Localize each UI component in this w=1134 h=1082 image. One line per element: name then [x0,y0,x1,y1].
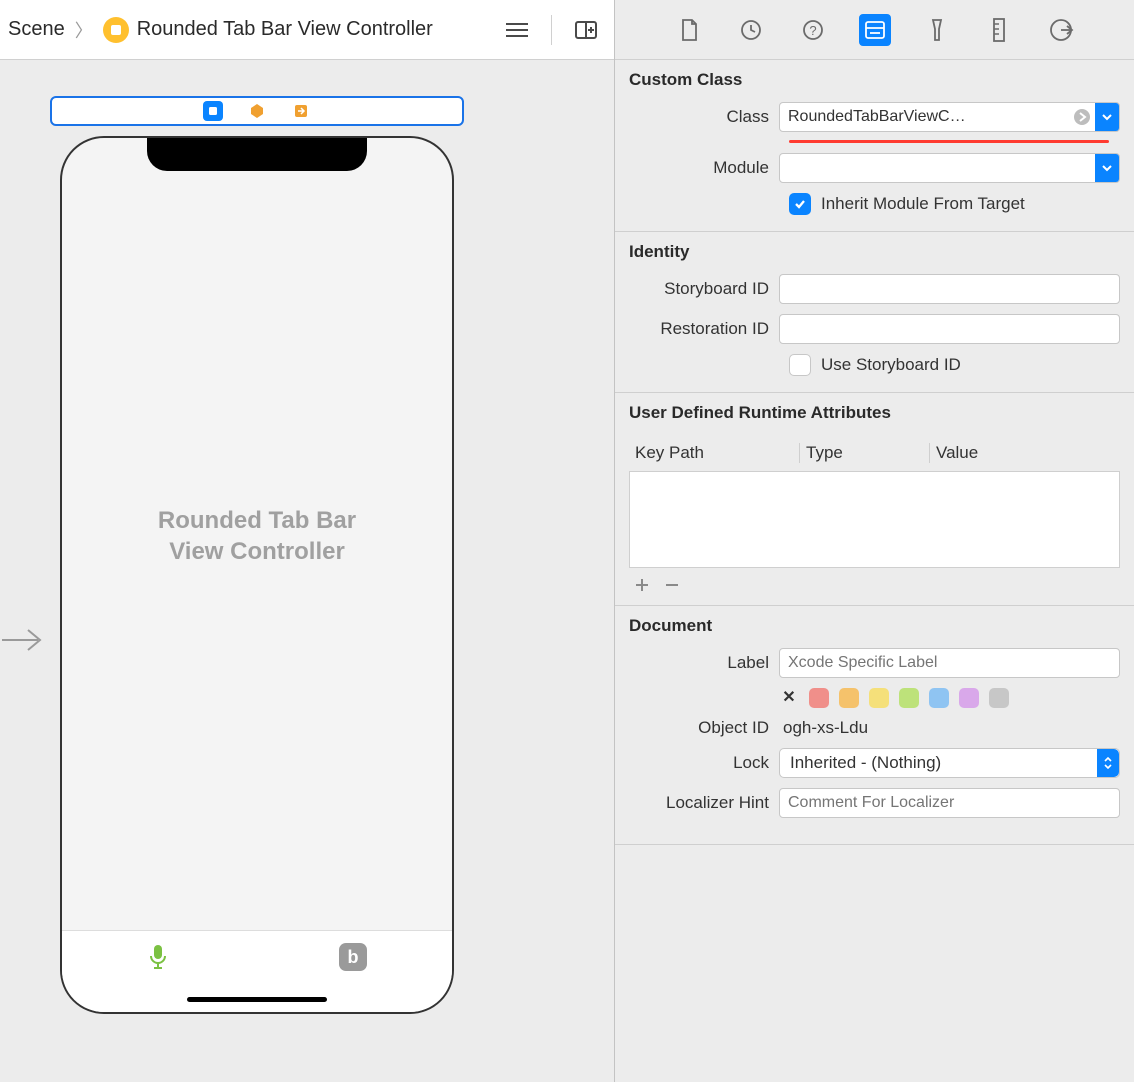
module-label: Module [629,158,779,178]
class-underline-annotation [789,140,1109,143]
class-jump-arrow-icon[interactable] [1069,103,1095,131]
inspector-tabs: ? [615,0,1134,60]
localizer-hint-input[interactable] [779,788,1120,818]
view-controller-placeholder-label: Rounded Tab Bar View Controller [62,505,452,567]
storyboard-id-label: Storyboard ID [629,279,779,299]
lock-value: Inherited - (Nothing) [790,753,941,773]
document-title: Document [629,616,1120,636]
view-controller-scene-icon[interactable] [203,101,223,121]
document-section: Document Label ✕ [615,606,1134,845]
color-swatch-clear[interactable]: ✕ [779,688,799,708]
size-inspector-tab[interactable] [983,14,1015,46]
class-label: Class [629,107,779,127]
device-notch [147,137,367,171]
class-combo[interactable]: RoundedTabBarViewC… [779,102,1120,132]
udra-table-header: Key Path Type Value [629,435,1120,472]
home-indicator [187,997,327,1002]
lock-select[interactable]: Inherited - (Nothing) [779,748,1120,778]
module-combo[interactable] [779,153,1120,183]
view-controller-icon [103,17,129,43]
color-swatch-blue[interactable] [929,688,949,708]
udra-col-value[interactable]: Value [929,443,1120,463]
use-storyboard-id-checkbox[interactable] [789,354,811,376]
inherit-module-checkbox[interactable] [789,193,811,215]
restoration-id-label: Restoration ID [629,319,779,339]
class-value[interactable]: RoundedTabBarViewC… [780,103,1069,131]
color-swatch-yellow[interactable] [869,688,889,708]
lock-dropdown-icon[interactable] [1097,749,1119,777]
placeholder-line-2: View Controller [62,536,452,567]
color-swatch-gray[interactable] [989,688,1009,708]
localizer-hint-label: Localizer Hint [629,793,779,813]
connections-inspector-tab[interactable] [1045,14,1077,46]
chevron-right-icon: 〉 [73,17,95,43]
storyboard-canvas[interactable]: Rounded Tab Bar View Controller b [0,60,614,1082]
adjust-editor-options-button[interactable] [497,12,537,48]
udra-title: User Defined Runtime Attributes [629,403,1120,423]
document-label-input[interactable] [779,648,1120,678]
class-dropdown-button[interactable] [1095,103,1119,131]
attributes-inspector-tab[interactable] [921,14,953,46]
breadcrumb-scene[interactable]: Scene [8,18,65,41]
add-editor-button[interactable] [566,12,606,48]
udra-add-button[interactable] [633,576,651,597]
help-inspector-tab[interactable]: ? [797,14,829,46]
storyboard-id-input[interactable] [779,274,1120,304]
color-swatch-green[interactable] [899,688,919,708]
udra-section: User Defined Runtime Attributes Key Path… [615,393,1134,606]
module-dropdown-button[interactable] [1095,154,1119,182]
udra-col-keypath[interactable]: Key Path [629,443,799,463]
canvas-pane: Scene 〉 Rounded Tab Bar View Controller [0,0,614,1082]
microphone-icon[interactable] [147,943,169,974]
custom-class-section: Custom Class Class RoundedTabBarViewC… [615,60,1134,232]
identity-inspector-tab[interactable] [859,14,891,46]
color-swatch-purple[interactable] [959,688,979,708]
identity-title: Identity [629,242,1120,262]
custom-class-title: Custom Class [629,70,1120,90]
object-id-value: ogh-xs-Ldu [779,718,868,738]
scene-header[interactable] [50,96,464,126]
breadcrumb-controller[interactable]: Rounded Tab Bar View Controller [137,18,433,41]
restoration-id-input[interactable] [779,314,1120,344]
entry-point-arrow-icon [2,625,44,658]
history-inspector-tab[interactable] [735,14,767,46]
identity-section: Identity Storyboard ID Restoration ID Us… [615,232,1134,393]
lock-label: Lock [629,753,779,773]
file-inspector-tab[interactable] [673,14,705,46]
udra-table-body[interactable] [629,472,1120,568]
toolbar-divider [551,15,552,45]
document-label-label: Label [629,653,779,673]
color-swatch-red[interactable] [809,688,829,708]
udra-col-type[interactable]: Type [799,443,929,463]
breadcrumb-bar: Scene 〉 Rounded Tab Bar View Controller [0,0,614,60]
placeholder-line-1: Rounded Tab Bar [62,505,452,536]
inherit-module-label: Inherit Module From Target [821,194,1025,214]
exit-icon[interactable] [291,101,311,121]
device-frame[interactable]: Rounded Tab Bar View Controller b [60,136,454,1014]
first-responder-icon[interactable] [247,101,267,121]
object-id-label: Object ID [629,718,779,738]
svg-text:?: ? [809,23,816,38]
use-storyboard-id-label: Use Storyboard ID [821,355,961,375]
b-tab-icon[interactable]: b [339,943,367,971]
udra-remove-button[interactable] [663,576,681,597]
inspector-pane: ? Custom Class Class RoundedTabB [614,0,1134,1082]
color-swatch-orange[interactable] [839,688,859,708]
module-value[interactable] [780,154,1095,182]
